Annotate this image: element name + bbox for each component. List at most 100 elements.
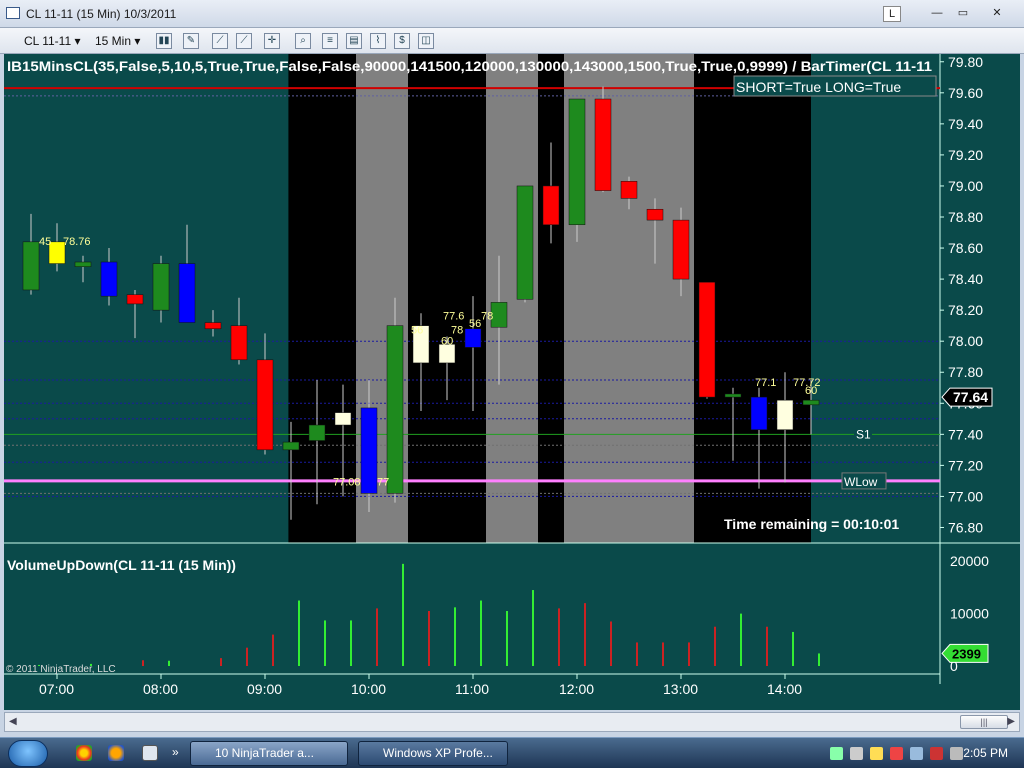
volume-tick-label: 20000 — [950, 553, 989, 569]
candle-body — [152, 263, 170, 311]
pencil-draw-icon[interactable]: ✎ — [183, 33, 199, 49]
task-label-ninjatrader: 10 NinjaTrader a... — [215, 746, 314, 760]
chart-panel[interactable]: 79.80 79.60 79.40 79.20 79.00 78.80 78.60 78.40… — [4, 54, 1020, 710]
last-volume-label: 2399 — [952, 646, 981, 661]
data-box-icon[interactable]: ◫ — [418, 33, 434, 49]
instrument-label: CL 11-11 — [24, 34, 72, 48]
time-tick-label: 14:00 — [767, 681, 802, 697]
price-tick-label: 78.40 — [948, 271, 983, 287]
annotation-label: 77.6 — [443, 310, 464, 322]
candle-body — [308, 424, 326, 441]
time-tick-label: 09:00 — [247, 681, 282, 697]
link-button[interactable]: L — [883, 6, 901, 22]
price-tick-label: 77.20 — [948, 457, 983, 473]
annotation-label: 77.1 — [755, 377, 776, 389]
crosshair-icon[interactable]: ✛ — [264, 33, 280, 49]
candle-body — [74, 261, 92, 267]
window-titlebar: CL 11-11 (15 Min) 10/3/2011 L — ▭ ✕ — [0, 0, 1024, 28]
zoom-icon[interactable]: ⌕ — [295, 33, 311, 49]
task-ninjatrader[interactable]: 10 NinjaTrader a... — [190, 741, 348, 766]
candle-body — [568, 98, 586, 226]
draw-object-icon[interactable]: ⟋ — [236, 33, 252, 49]
candle-body — [22, 241, 40, 291]
price-tick-label: 78.00 — [948, 333, 983, 349]
volume-title: VolumeUpDown(CL 11-11 (15 Min)) — [7, 557, 236, 573]
volume-icon[interactable] — [850, 747, 863, 760]
annotation-label: 77 — [377, 477, 389, 489]
time-tick-label: 08:00 — [143, 681, 178, 697]
session-band — [538, 54, 564, 543]
price-tick-label: 78.20 — [948, 302, 983, 318]
tray-icon[interactable] — [930, 747, 943, 760]
price-tick-label: 79.60 — [948, 85, 983, 101]
firefox-icon[interactable] — [108, 745, 124, 761]
interval-selector[interactable]: 15 Min ▾ — [95, 33, 140, 49]
candle-body — [204, 322, 222, 330]
s1-label: S1 — [856, 427, 871, 441]
minimize-button[interactable]: — — [926, 6, 948, 22]
tray-icon[interactable] — [890, 747, 903, 760]
clock[interactable]: 2:05 PM — [963, 746, 1008, 760]
candle-body — [282, 441, 300, 451]
task-windows-xp[interactable]: Windows XP Profe... — [358, 741, 508, 766]
annotation-label: 77.08 — [333, 477, 361, 489]
more-icon[interactable]: » — [172, 745, 188, 761]
price-tick-label: 77.40 — [948, 426, 983, 442]
annotation-label: 60 — [441, 335, 453, 347]
time-tick-label: 11:00 — [455, 681, 489, 697]
time-tick-label: 07:00 — [39, 681, 74, 697]
annotation-label: 56 — [469, 318, 481, 330]
session-band — [288, 54, 356, 543]
tray-icon[interactable] — [870, 747, 883, 760]
price-tick-label: 78.60 — [948, 240, 983, 256]
candle-body — [464, 328, 482, 348]
window-title: CL 11-11 (15 Min) 10/3/2011 — [26, 7, 177, 21]
scroll-left-icon[interactable]: ◀ — [9, 716, 17, 727]
annotation-label: 60 — [805, 385, 817, 397]
price-tick-label: 78.80 — [948, 209, 983, 225]
horizontal-scrollbar[interactable]: ◀ ||| ▶ — [4, 712, 1020, 732]
scroll-right-icon[interactable]: ▶ — [1007, 716, 1015, 727]
candle-body — [542, 185, 560, 226]
candle-body — [750, 396, 768, 430]
annotation-label: 78.76 — [63, 236, 91, 248]
candle-body — [100, 261, 118, 297]
instrument-selector[interactable]: CL 11-11 ▾ — [24, 33, 81, 49]
dollar-icon[interactable]: $ — [394, 33, 410, 49]
candle-body — [334, 412, 352, 426]
candle-body — [672, 219, 690, 280]
price-tick-label: 77.00 — [948, 488, 983, 504]
window-icon[interactable] — [142, 745, 158, 761]
chart-app-icon — [6, 7, 20, 19]
tray-icon[interactable] — [910, 747, 923, 760]
time-tick-label: 13:00 — [663, 681, 698, 697]
bar-type-icon[interactable]: ▮▮ — [156, 33, 172, 49]
interval-label: 15 Min — [95, 34, 132, 48]
candle-body — [490, 302, 508, 328]
candle-body — [516, 185, 534, 300]
network-icon[interactable] — [830, 747, 843, 760]
price-tick-label: 79.40 — [948, 116, 983, 132]
time-tick-label: 10:00 — [351, 681, 386, 697]
strategies-icon[interactable]: ⌇ — [370, 33, 386, 49]
close-button[interactable]: ✕ — [986, 6, 1008, 22]
candle-body — [724, 393, 742, 398]
candle-body — [126, 294, 144, 305]
copyright-text: © 2011 NinjaTrader, LLC — [6, 664, 116, 675]
tray-icon[interactable] — [950, 747, 963, 760]
candle-body — [698, 281, 716, 398]
candle-body — [646, 208, 664, 221]
drawing-tool-icon[interactable]: ⟋ — [212, 33, 228, 49]
scroll-thumb[interactable]: ||| — [960, 715, 1008, 729]
candle-body — [256, 359, 274, 451]
price-tick-label: 79.80 — [948, 54, 983, 70]
start-button[interactable] — [8, 740, 48, 767]
chevron-down-icon: ▾ — [134, 34, 141, 48]
annotation-label: 78 — [481, 310, 493, 322]
volume-tick-label: 10000 — [950, 606, 989, 622]
maximize-button[interactable]: ▭ — [952, 6, 974, 22]
chart-properties-icon[interactable]: ≡ — [322, 33, 338, 49]
indicators-icon[interactable]: ▤ — [346, 33, 362, 49]
candle-body — [594, 98, 612, 191]
chrome-icon[interactable] — [76, 745, 92, 761]
